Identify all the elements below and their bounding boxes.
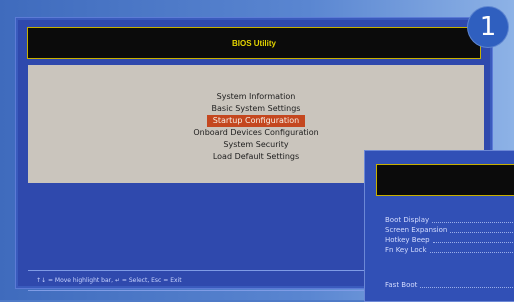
menu-item-basic-system-settings[interactable]: Basic System Settings — [206, 103, 307, 115]
step-number: 1 — [479, 12, 497, 42]
bios-title: BIOS Utility — [231, 38, 276, 48]
menu-item-load-default-settings[interactable]: Load Default Settings — [207, 151, 305, 163]
setting-label: Fn Key Lock — [385, 246, 427, 254]
leader-dots — [429, 251, 514, 253]
setting-row-screen-expansion[interactable]: Screen Expansion — [385, 225, 514, 235]
leader-dots — [450, 231, 514, 233]
setting-row-hotkey-beep[interactable]: Hotkey Beep — [385, 235, 514, 245]
status-bar-text: ↑↓ = Move highlight bar, ↵ = Select, Esc… — [36, 277, 182, 284]
bios-window-secondary: Boot Display Screen Expansion Hotkey Bee… — [364, 150, 514, 302]
setting-row-fn-key-lock[interactable]: Fn Key Lock — [385, 245, 514, 255]
menu-item-system-security[interactable]: System Security — [217, 139, 294, 151]
setting-label: Boot Display — [385, 216, 430, 224]
setting-label: Screen Expansion — [385, 226, 448, 234]
leader-dots — [420, 286, 514, 288]
leader-dots — [432, 241, 514, 243]
menu-item-onboard-devices-configuration[interactable]: Onboard Devices Configuration — [187, 127, 324, 139]
step-number-badge: 1 — [468, 7, 508, 47]
secondary-settings-list: Boot Display Screen Expansion Hotkey Bee… — [385, 215, 514, 290]
setting-label: Hotkey Beep — [385, 236, 430, 244]
setting-row-fast-boot[interactable]: Fast Boot — [385, 280, 514, 290]
title-bar: BIOS Utility — [27, 27, 481, 59]
setting-label: Fast Boot — [385, 281, 418, 289]
leader-dots — [432, 221, 514, 223]
menu-item-startup-configuration[interactable]: Startup Configuration — [206, 115, 306, 127]
setting-row-boot-display[interactable]: Boot Display — [385, 215, 514, 225]
menu-item-system-information[interactable]: System Information — [211, 91, 302, 103]
secondary-title-bar — [376, 164, 514, 196]
